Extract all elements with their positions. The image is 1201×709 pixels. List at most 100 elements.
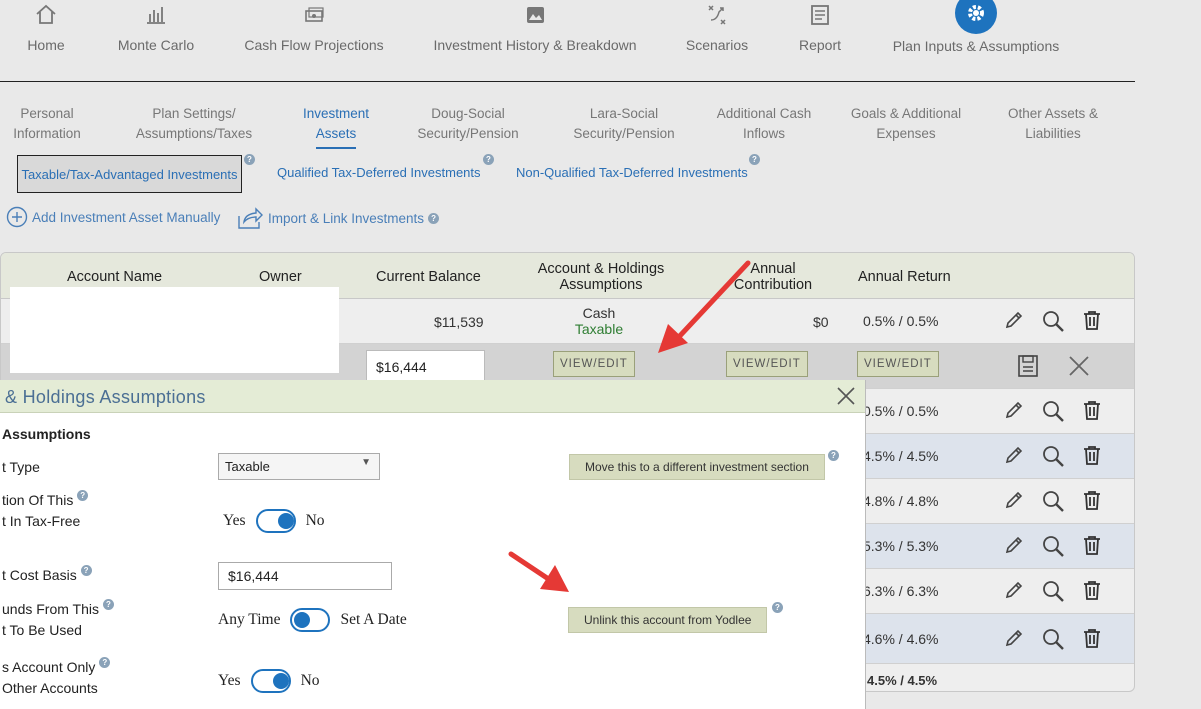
- trash-icon[interactable]: [1081, 489, 1103, 511]
- image-icon: [527, 7, 544, 23]
- help-icon[interactable]: ?: [80, 565, 92, 576]
- trash-icon[interactable]: [1081, 399, 1103, 421]
- pencil-icon[interactable]: [1003, 444, 1025, 466]
- return-value: 6.3% / 6.3%: [863, 583, 939, 599]
- funds-usage-label: unds From This ? t To Be Used: [2, 599, 114, 641]
- return-value: 4.8% / 4.8%: [863, 493, 939, 509]
- account-only-toggle[interactable]: [250, 669, 291, 693]
- pencil-icon[interactable]: [1003, 489, 1025, 511]
- nav-home[interactable]: Home: [22, 0, 70, 53]
- home-icon: [36, 4, 56, 24]
- tab-non-qualified-tax-deferred[interactable]: Non-Qualified Tax-Deferred Investments: [516, 165, 748, 180]
- return-value: 0.5% / 0.5%: [863, 313, 939, 329]
- header-owner: Owner: [259, 269, 302, 285]
- current-balance-input[interactable]: $16,444: [366, 350, 485, 382]
- modal-title: & Holdings Assumptions: [5, 387, 206, 407]
- tab-other-assets[interactable]: Other Assets & Liabilities: [1000, 104, 1106, 144]
- contribution-value: $0: [813, 314, 829, 330]
- view-edit-button[interactable]: VIEW/EDIT: [857, 351, 939, 377]
- help-icon[interactable]: ?: [483, 154, 494, 165]
- trash-icon[interactable]: [1081, 579, 1103, 601]
- pencil-icon[interactable]: [1003, 399, 1025, 421]
- save-icon[interactable]: [1017, 354, 1039, 378]
- magnifier-icon[interactable]: [1041, 579, 1065, 603]
- holdings-assumptions-modal: & Holdings Assumptions Assumptions t Typ…: [0, 380, 866, 709]
- magnifier-icon[interactable]: [1041, 309, 1065, 333]
- share-icon: [238, 207, 263, 229]
- pencil-icon[interactable]: [1003, 309, 1025, 331]
- pencil-icon[interactable]: [1003, 534, 1025, 556]
- help-icon[interactable]: ?: [102, 599, 114, 610]
- gear-icon: [955, 0, 997, 34]
- trash-icon[interactable]: [1081, 309, 1103, 331]
- magnifier-icon[interactable]: [1041, 444, 1065, 468]
- tab-qualified-tax-deferred[interactable]: Qualified Tax-Deferred Investments: [277, 165, 481, 180]
- help-icon[interactable]: ?: [77, 490, 89, 501]
- tab-additional-cash-inflows[interactable]: Additional Cash Inflows: [712, 104, 816, 144]
- cash-icon: [305, 7, 324, 22]
- header-annual-contribution: Annual Contribution: [733, 261, 813, 293]
- tab-taxable-investments[interactable]: Taxable/Tax-Advantaged Investments: [17, 155, 242, 193]
- trash-icon[interactable]: [1081, 444, 1103, 466]
- add-investment-button[interactable]: Add Investment Asset Manually: [6, 206, 220, 228]
- return-value: 4.6% / 4.6%: [863, 631, 939, 647]
- close-icon[interactable]: [836, 386, 856, 406]
- account-only-toggle-group: Yes No: [218, 669, 320, 693]
- pencil-icon[interactable]: [1003, 579, 1025, 601]
- cost-basis-input[interactable]: $16,444: [218, 562, 392, 590]
- tax-free-toggle[interactable]: [255, 509, 296, 533]
- report-icon: [811, 5, 829, 25]
- trash-icon[interactable]: [1081, 534, 1103, 556]
- chevron-down-icon: ▼: [361, 457, 371, 468]
- funds-usage-toggle[interactable]: [290, 608, 331, 632]
- help-icon[interactable]: ?: [244, 154, 255, 165]
- tab-plan-settings[interactable]: Plan Settings/Assumptions/Taxes: [130, 104, 258, 144]
- header-account-name: Account Name: [67, 269, 163, 285]
- account-type-label: t Type: [2, 459, 40, 475]
- tab-investment-assets[interactable]: Investment Assets: [296, 104, 376, 149]
- tab-lara-social-security[interactable]: Lara-Social Security/Pension: [568, 104, 680, 144]
- view-edit-button[interactable]: VIEW/EDIT: [553, 351, 635, 377]
- view-edit-button[interactable]: VIEW/EDIT: [726, 351, 808, 377]
- top-navigation: Home Monte Carlo Cash Flow Projections I…: [0, 0, 1135, 82]
- close-icon[interactable]: [1067, 354, 1091, 378]
- magnifier-icon[interactable]: [1041, 399, 1065, 423]
- asset-type: Cash Taxable: [574, 305, 624, 337]
- magnifier-icon[interactable]: [1041, 534, 1065, 558]
- nav-cash-flow[interactable]: Cash Flow Projections: [242, 0, 386, 53]
- pencil-icon[interactable]: [1003, 627, 1025, 649]
- help-icon[interactable]: ?: [772, 602, 783, 613]
- tab-goals-expenses[interactable]: Goals & Additional Expenses: [846, 104, 966, 144]
- section-heading: Assumptions: [2, 426, 91, 442]
- account-only-label: s Account Only ? Other Accounts: [2, 657, 111, 699]
- nav-scenarios[interactable]: Scenarios: [684, 0, 750, 53]
- help-icon[interactable]: ?: [828, 450, 839, 461]
- plus-circle-icon: [6, 206, 28, 228]
- header-annual-return: Annual Return: [858, 269, 951, 285]
- tab-personal-information[interactable]: Personal Information: [8, 104, 86, 144]
- tax-free-toggle-group: Yes No: [223, 509, 325, 533]
- help-icon[interactable]: ?: [428, 212, 440, 224]
- import-link-button[interactable]: Import & Link Investments ?: [236, 206, 440, 230]
- nav-investment-history[interactable]: Investment History & Breakdown: [430, 0, 640, 53]
- return-value: 4.5% / 4.5%: [863, 448, 939, 464]
- nav-plan-inputs[interactable]: Plan Inputs & Assumptions: [890, 0, 1062, 54]
- header-current-balance: Current Balance: [376, 269, 481, 285]
- return-value: 5.3% / 5.3%: [863, 538, 939, 554]
- magnifier-icon[interactable]: [1041, 627, 1065, 651]
- unlink-yodlee-button[interactable]: Unlink this account from Yodlee: [568, 607, 768, 633]
- account-type-select[interactable]: Taxable ▼: [218, 453, 380, 480]
- redacted-area: [10, 287, 339, 373]
- balance-value: $11,539: [434, 314, 484, 330]
- strategy-icon: [708, 5, 726, 25]
- tab-doug-social-security[interactable]: Doug-Social Security/Pension: [410, 104, 526, 144]
- magnifier-icon[interactable]: [1041, 489, 1065, 513]
- help-icon[interactable]: ?: [99, 657, 111, 668]
- bar-chart-icon: [147, 7, 165, 24]
- help-icon[interactable]: ?: [749, 154, 760, 165]
- portion-tax-free-label: tion Of This ? t In Tax-Free: [2, 490, 89, 532]
- move-section-button[interactable]: Move this to a different investment sect…: [569, 454, 825, 480]
- nav-monte-carlo[interactable]: Monte Carlo: [112, 0, 200, 53]
- nav-report[interactable]: Report: [796, 0, 844, 53]
- trash-icon[interactable]: [1081, 627, 1103, 649]
